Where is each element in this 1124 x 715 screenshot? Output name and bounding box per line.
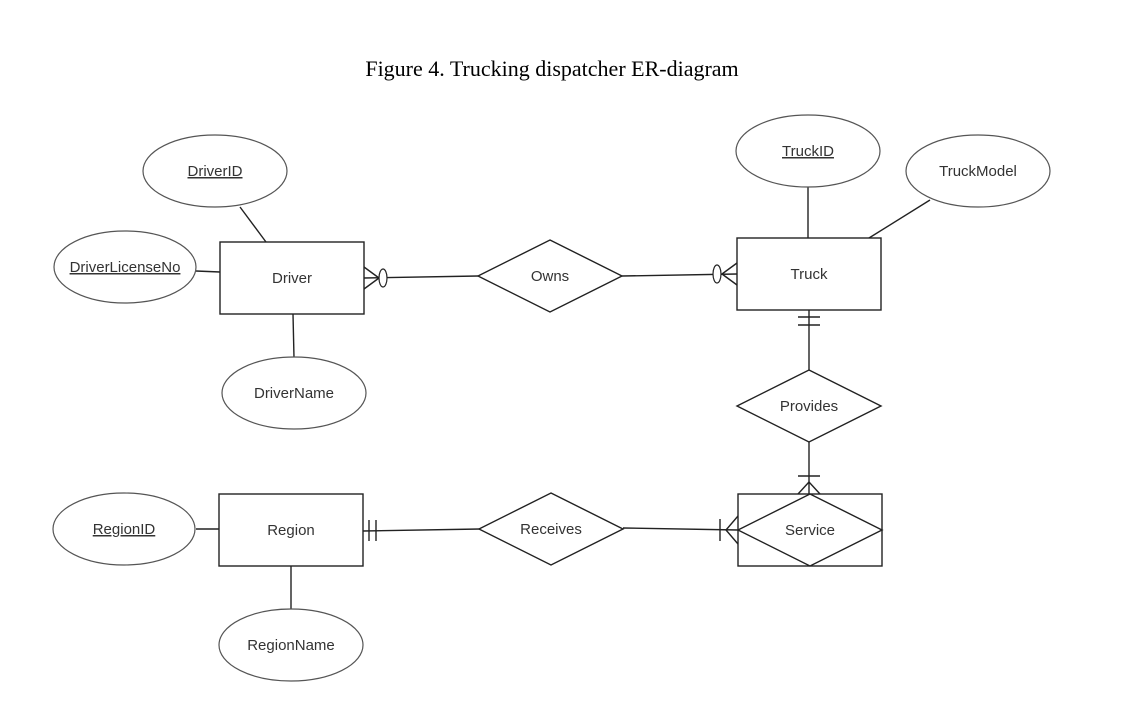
attribute-regionid-label: RegionID [93, 521, 156, 538]
attribute-drivername[interactable]: DriverName [221, 356, 367, 430]
relationship-owns[interactable]: Owns [476, 239, 624, 313]
entity-truck[interactable]: Truck [736, 237, 882, 311]
attribute-drivername-label: DriverName [254, 385, 334, 402]
entity-driver-label: Driver [272, 270, 312, 287]
driverid-connector [239, 206, 267, 243]
entity-region-label: Region [267, 522, 315, 539]
region-receives-line [362, 528, 481, 532]
receives-service-line [622, 527, 739, 531]
attribute-driverlicenseno-label: DriverLicenseNo [70, 259, 181, 276]
er-diagram: DriverID DriverLicenseNo DriverName Truc… [52, 114, 1051, 682]
relationship-receives[interactable]: Receives [477, 492, 625, 566]
attribute-driverlicenseno[interactable]: DriverLicenseNo [53, 230, 197, 304]
attribute-regionid[interactable]: RegionID [52, 492, 196, 566]
entity-service[interactable]: Service [736, 493, 884, 567]
entity-region[interactable]: Region [218, 493, 364, 567]
relationship-owns-label: Owns [531, 268, 569, 285]
entity-truck-label: Truck [791, 266, 828, 283]
attribute-regionname[interactable]: RegionName [218, 608, 364, 682]
attribute-truckid[interactable]: TruckID [735, 114, 881, 188]
attribute-regionname-label: RegionName [247, 637, 335, 654]
truckmodel-connector [868, 199, 931, 239]
driverlicenseno-connector [195, 270, 221, 273]
attribute-driverid[interactable]: DriverID [142, 134, 288, 208]
attribute-driverid-label: DriverID [188, 163, 243, 180]
relationship-receives-label: Receives [520, 521, 582, 538]
attribute-truckmodel-label: TruckModel [939, 163, 1017, 180]
entity-service-label: Service [785, 522, 835, 539]
attribute-truckid-label: TruckID [782, 143, 834, 160]
attribute-truckmodel[interactable]: TruckModel [905, 134, 1051, 208]
relationship-provides[interactable]: Provides [735, 369, 883, 443]
entity-driver[interactable]: Driver [219, 241, 365, 315]
relationship-provides-label: Provides [780, 398, 838, 415]
drivername-connector [292, 313, 295, 359]
